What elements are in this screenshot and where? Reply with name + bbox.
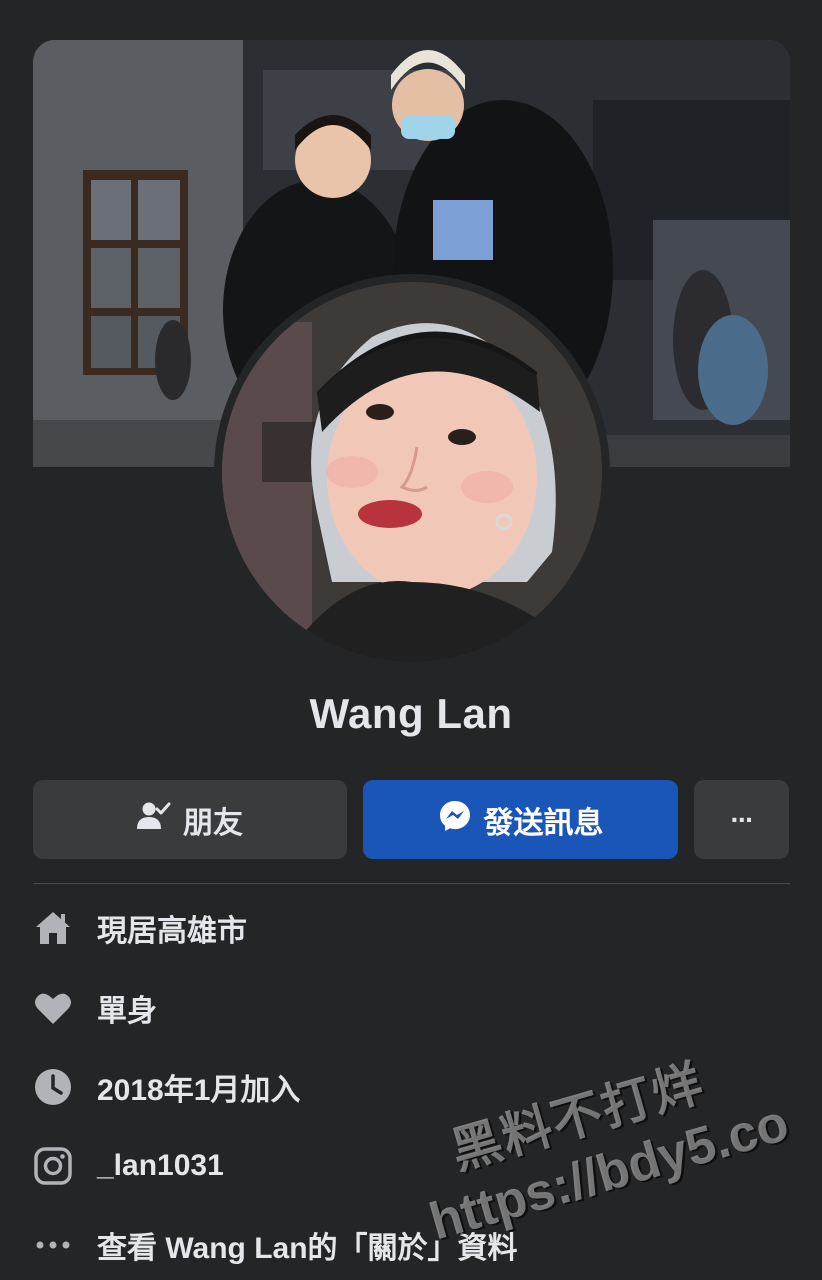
profile-name: Wang Lan bbox=[309, 690, 513, 737]
joined-text: 2018年1月加入 bbox=[97, 1074, 301, 1107]
more-options-button[interactable]: ··· bbox=[694, 780, 789, 859]
profile-avatar[interactable] bbox=[222, 282, 602, 662]
friend-check-icon bbox=[137, 801, 171, 839]
send-message-button[interactable]: 發送訊息 bbox=[363, 780, 678, 859]
info-joined: 2018年1月加入 bbox=[33, 1064, 773, 1110]
send-message-label: 發送訊息 bbox=[483, 806, 604, 840]
residence-text: 現居高雄市 bbox=[97, 915, 247, 948]
more-label: ··· bbox=[730, 803, 755, 835]
info-about-link[interactable]: 查看 Wang Lan的「關於」資料 bbox=[33, 1222, 773, 1268]
more-dots-icon bbox=[33, 1225, 73, 1265]
instagram-handle[interactable]: _lan1031 bbox=[97, 1149, 224, 1183]
about-link-text[interactable]: 查看 Wang Lan的「關於」資料 bbox=[97, 1223, 518, 1267]
messenger-icon bbox=[438, 799, 472, 841]
friends-label: 朋友 bbox=[183, 806, 243, 840]
friends-button[interactable]: 朋友 bbox=[33, 780, 347, 859]
info-relationship: 單身 bbox=[33, 985, 773, 1031]
instagram-icon bbox=[33, 1146, 73, 1186]
divider bbox=[33, 883, 790, 884]
heart-icon bbox=[33, 988, 73, 1028]
info-residence: 現居高雄市 bbox=[33, 905, 773, 951]
info-instagram[interactable]: _lan1031 bbox=[33, 1143, 773, 1189]
home-icon bbox=[33, 908, 73, 948]
relationship-text: 單身 bbox=[97, 995, 157, 1028]
clock-icon bbox=[33, 1067, 73, 1107]
